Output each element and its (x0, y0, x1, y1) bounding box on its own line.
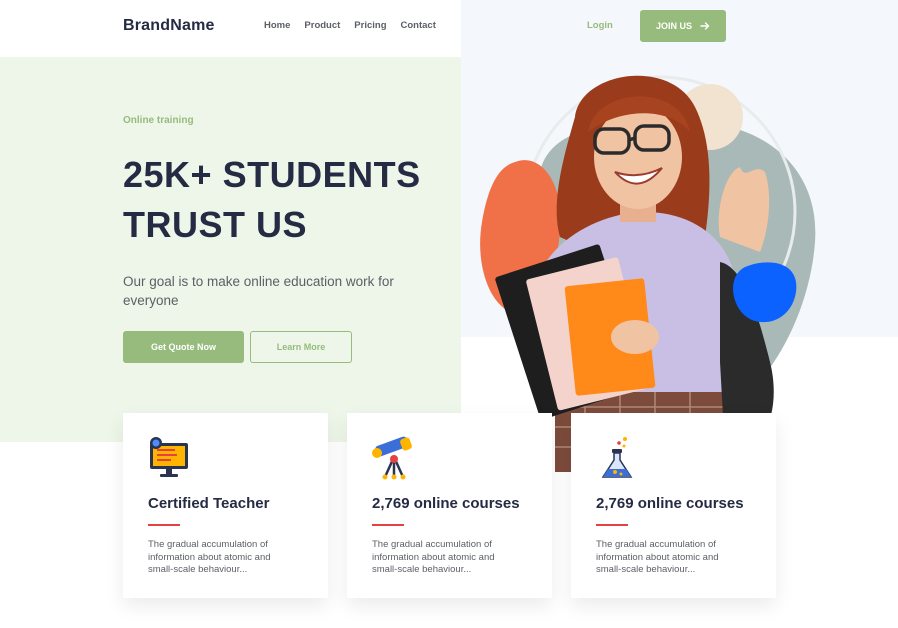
card-title: Certified Teacher (148, 495, 270, 512)
card-title: 2,769 online courses (372, 495, 520, 512)
headline-line-2: TRUST US (123, 204, 307, 245)
brand-logo[interactable]: BrandName (123, 17, 215, 35)
telescope-icon (372, 436, 412, 480)
feature-card: Certified Teacher The gradual accumulati… (123, 413, 328, 598)
flask-icon (601, 437, 633, 478)
nav-contact[interactable]: Contact (401, 20, 436, 31)
card-title: 2,769 online courses (596, 495, 744, 512)
computer-checklist-icon (150, 437, 188, 477)
login-link[interactable]: Login (587, 20, 613, 31)
headline-line-1: 25K+ STUDENTS (123, 154, 421, 195)
card-description: The gradual accumulation of information … (148, 539, 271, 575)
feature-card: 2,769 online courses The gradual accumul… (571, 413, 776, 598)
card-divider (372, 524, 404, 526)
card-divider (596, 524, 628, 526)
hero-headline: 25K+ STUDENTS TRUST US (123, 150, 453, 250)
nav-pricing[interactable]: Pricing (354, 20, 386, 31)
get-quote-button[interactable]: Get Quote Now (123, 331, 244, 363)
join-us-label: JOIN US (655, 21, 692, 31)
join-us-button[interactable]: JOIN US (640, 10, 726, 42)
hero-subtitle: Our goal is to make online education wor… (123, 274, 394, 308)
arrow-right-icon (700, 22, 710, 30)
feature-card: 2,769 online courses The gradual accumul… (347, 413, 552, 598)
nav-product[interactable]: Product (304, 20, 340, 31)
nav-home[interactable]: Home (264, 20, 290, 31)
main-nav: Home Product Pricing Contact (264, 20, 436, 31)
student-hero-illustration (480, 75, 816, 472)
card-description: The gradual accumulation of information … (372, 539, 495, 575)
card-divider (148, 524, 180, 526)
card-description: The gradual accumulation of information … (596, 539, 719, 575)
learn-more-button[interactable]: Learn More (250, 331, 352, 363)
hero-eyebrow: Online training (123, 115, 194, 126)
